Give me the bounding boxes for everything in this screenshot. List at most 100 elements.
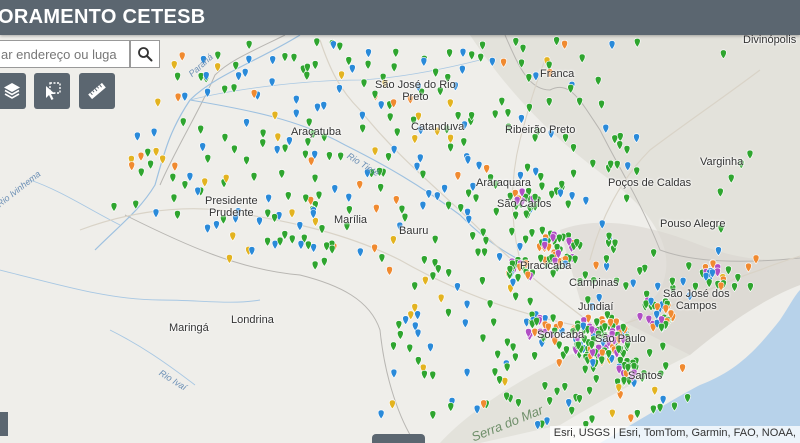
station-marker[interactable] bbox=[411, 134, 419, 145]
station-marker[interactable] bbox=[491, 109, 499, 120]
station-marker[interactable] bbox=[526, 297, 534, 307]
station-marker[interactable] bbox=[181, 180, 189, 191]
station-marker[interactable] bbox=[564, 199, 572, 210]
station-marker[interactable] bbox=[392, 48, 400, 58]
bottom-panel-toggle[interactable] bbox=[372, 434, 425, 443]
station-marker[interactable] bbox=[204, 223, 211, 234]
station-marker[interactable] bbox=[178, 51, 186, 62]
station-marker[interactable] bbox=[486, 299, 494, 310]
station-marker[interactable] bbox=[235, 71, 242, 82]
station-marker[interactable] bbox=[356, 180, 364, 191]
station-marker[interactable] bbox=[386, 112, 394, 123]
station-marker[interactable] bbox=[538, 181, 546, 192]
station-marker[interactable] bbox=[447, 142, 454, 153]
station-marker[interactable] bbox=[415, 356, 422, 367]
station-marker[interactable] bbox=[345, 56, 353, 67]
station-marker[interactable] bbox=[245, 40, 253, 50]
station-marker[interactable] bbox=[570, 169, 577, 179]
station-marker[interactable] bbox=[524, 163, 531, 173]
station-marker[interactable] bbox=[413, 162, 421, 172]
station-marker[interactable] bbox=[395, 320, 403, 331]
station-marker[interactable] bbox=[401, 212, 409, 223]
station-marker[interactable] bbox=[479, 333, 487, 344]
station-marker[interactable] bbox=[429, 271, 437, 282]
station-marker[interactable] bbox=[229, 231, 237, 242]
station-marker[interactable] bbox=[662, 361, 670, 372]
station-marker[interactable] bbox=[490, 317, 497, 328]
station-marker[interactable] bbox=[494, 349, 501, 360]
measure-button[interactable] bbox=[79, 73, 115, 109]
station-marker[interactable] bbox=[199, 142, 206, 153]
station-marker[interactable] bbox=[303, 71, 311, 81]
station-marker[interactable] bbox=[226, 254, 233, 264]
station-marker[interactable] bbox=[271, 213, 278, 223]
station-marker[interactable] bbox=[170, 193, 178, 204]
station-marker[interactable] bbox=[288, 208, 296, 219]
station-marker[interactable] bbox=[518, 114, 525, 125]
station-marker[interactable] bbox=[179, 117, 187, 128]
station-marker[interactable] bbox=[491, 367, 499, 378]
station-marker[interactable] bbox=[504, 337, 511, 348]
station-marker[interactable] bbox=[147, 159, 154, 170]
station-marker[interactable] bbox=[416, 153, 424, 164]
station-marker[interactable] bbox=[509, 342, 517, 353]
search-button[interactable] bbox=[130, 40, 160, 68]
station-marker[interactable] bbox=[390, 341, 397, 352]
side-panel-toggle[interactable] bbox=[0, 412, 8, 436]
station-marker[interactable] bbox=[152, 208, 160, 219]
station-marker[interactable] bbox=[447, 402, 455, 413]
station-marker[interactable] bbox=[390, 368, 398, 379]
station-marker[interactable] bbox=[445, 308, 452, 318]
station-marker[interactable] bbox=[290, 53, 298, 63]
station-marker[interactable] bbox=[323, 241, 330, 252]
station-marker[interactable] bbox=[186, 172, 194, 182]
station-marker[interactable] bbox=[481, 247, 488, 258]
station-marker[interactable] bbox=[243, 155, 250, 166]
station-marker[interactable] bbox=[432, 67, 439, 78]
station-marker[interactable] bbox=[311, 173, 319, 184]
station-marker[interactable] bbox=[425, 189, 433, 200]
station-marker[interactable] bbox=[292, 108, 300, 119]
station-marker[interactable] bbox=[264, 208, 272, 219]
station-marker[interactable] bbox=[328, 244, 336, 255]
station-marker[interactable] bbox=[336, 84, 343, 95]
station-marker[interactable] bbox=[154, 97, 162, 108]
station-marker[interactable] bbox=[482, 236, 490, 246]
station-marker[interactable] bbox=[265, 193, 272, 204]
station-marker[interactable] bbox=[213, 220, 220, 231]
station-marker[interactable] bbox=[437, 293, 445, 304]
station-marker[interactable] bbox=[528, 228, 536, 239]
station-marker[interactable] bbox=[462, 318, 469, 329]
station-marker[interactable] bbox=[427, 342, 434, 353]
station-marker[interactable] bbox=[321, 257, 328, 267]
station-marker[interactable] bbox=[313, 37, 321, 48]
station-marker[interactable] bbox=[293, 95, 300, 105]
station-marker[interactable] bbox=[377, 183, 384, 194]
station-marker[interactable] bbox=[421, 369, 428, 380]
station-marker[interactable] bbox=[588, 414, 596, 425]
station-marker[interactable] bbox=[468, 50, 476, 61]
station-marker[interactable] bbox=[477, 53, 484, 63]
station-marker[interactable] bbox=[454, 171, 462, 182]
station-marker[interactable] bbox=[174, 72, 181, 82]
station-marker[interactable] bbox=[411, 281, 419, 292]
station-marker[interactable] bbox=[241, 68, 249, 78]
station-marker[interactable] bbox=[181, 92, 189, 102]
station-marker[interactable] bbox=[414, 328, 422, 339]
station-marker[interactable] bbox=[197, 124, 204, 135]
station-marker[interactable] bbox=[634, 409, 641, 420]
station-marker[interactable] bbox=[537, 172, 545, 183]
station-marker[interactable] bbox=[318, 224, 326, 235]
station-marker[interactable] bbox=[221, 133, 229, 143]
station-marker[interactable] bbox=[281, 52, 289, 63]
station-marker[interactable] bbox=[330, 40, 337, 51]
select-button[interactable] bbox=[34, 73, 70, 109]
station-marker[interactable] bbox=[307, 156, 315, 167]
station-marker[interactable] bbox=[414, 310, 421, 321]
station-marker[interactable] bbox=[137, 167, 145, 178]
station-marker[interactable] bbox=[390, 62, 398, 73]
station-marker[interactable] bbox=[431, 234, 439, 245]
station-marker[interactable] bbox=[137, 151, 145, 162]
station-marker[interactable] bbox=[304, 137, 312, 148]
station-marker[interactable] bbox=[557, 188, 564, 199]
